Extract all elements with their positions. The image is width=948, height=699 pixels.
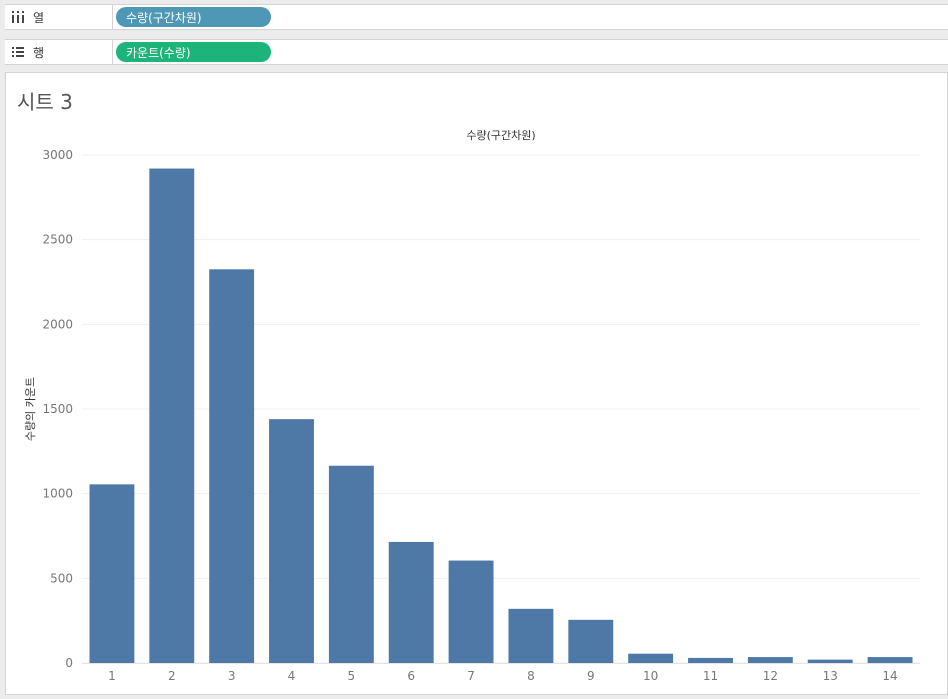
rows-shelf: 행 카운트(수량) (5, 39, 948, 65)
columns-pill[interactable]: 수량(구간차원) (116, 7, 271, 27)
x-tick-label: 11 (703, 669, 718, 683)
columns-shelf-label: 열 (5, 5, 113, 29)
x-tick-label: 14 (882, 669, 897, 683)
sheet-panel: 시트 3 수량(구간차원) 0 500 1000 1500 2000 2500 3000 수량의… (5, 72, 948, 695)
y-tick-label: 500 (50, 571, 73, 585)
x-tick-label: 8 (527, 669, 535, 683)
bar (628, 653, 674, 663)
columns-label-text: 열 (33, 10, 45, 25)
x-tick-label: 10 (643, 669, 658, 683)
y-tick-label: 2000 (42, 317, 73, 331)
x-tick-label: 13 (823, 669, 838, 683)
y-tick-label: 1500 (42, 402, 73, 416)
y-axis-title: 수량의 카운트 (24, 377, 37, 441)
x-tick-label: 2 (168, 669, 176, 683)
rows-icon (12, 47, 24, 57)
bar (448, 560, 494, 663)
y-tick-label: 1000 (42, 487, 73, 501)
bar (867, 657, 913, 663)
rows-shelf-label: 행 (5, 40, 113, 64)
x-tick-label: 9 (587, 669, 595, 683)
bar-chart: 수량(구간차원) 0 500 1000 1500 2000 2500 3000 수량의 카운트 1… (24, 129, 920, 683)
x-tick-label: 6 (407, 669, 415, 683)
bar (747, 657, 793, 663)
x-tick-label: 7 (467, 669, 475, 683)
x-tick-label: 3 (228, 669, 236, 683)
columns-icon (12, 11, 24, 23)
bar (269, 419, 314, 663)
y-tick-label: 3000 (42, 148, 73, 162)
bar (388, 541, 434, 663)
bar (149, 168, 195, 663)
rows-label-text: 행 (33, 45, 45, 60)
y-tick-label: 2500 (42, 233, 73, 247)
bar (688, 657, 733, 663)
chart-title: 수량(구간차원) (466, 129, 535, 142)
rows-pill[interactable]: 카운트(수량) (116, 42, 271, 62)
x-tick-label: 12 (763, 669, 778, 683)
bar (807, 659, 853, 663)
bar (508, 608, 554, 663)
bar (89, 484, 135, 663)
bar (568, 619, 614, 663)
x-tick-label: 5 (348, 669, 356, 683)
x-tick-label: 4 (288, 669, 296, 683)
bar (328, 465, 374, 663)
x-tick-label: 1 (108, 669, 116, 683)
y-tick-label: 0 (65, 656, 73, 670)
bar (209, 269, 255, 663)
columns-shelf: 열 수량(구간차원) (5, 4, 948, 30)
